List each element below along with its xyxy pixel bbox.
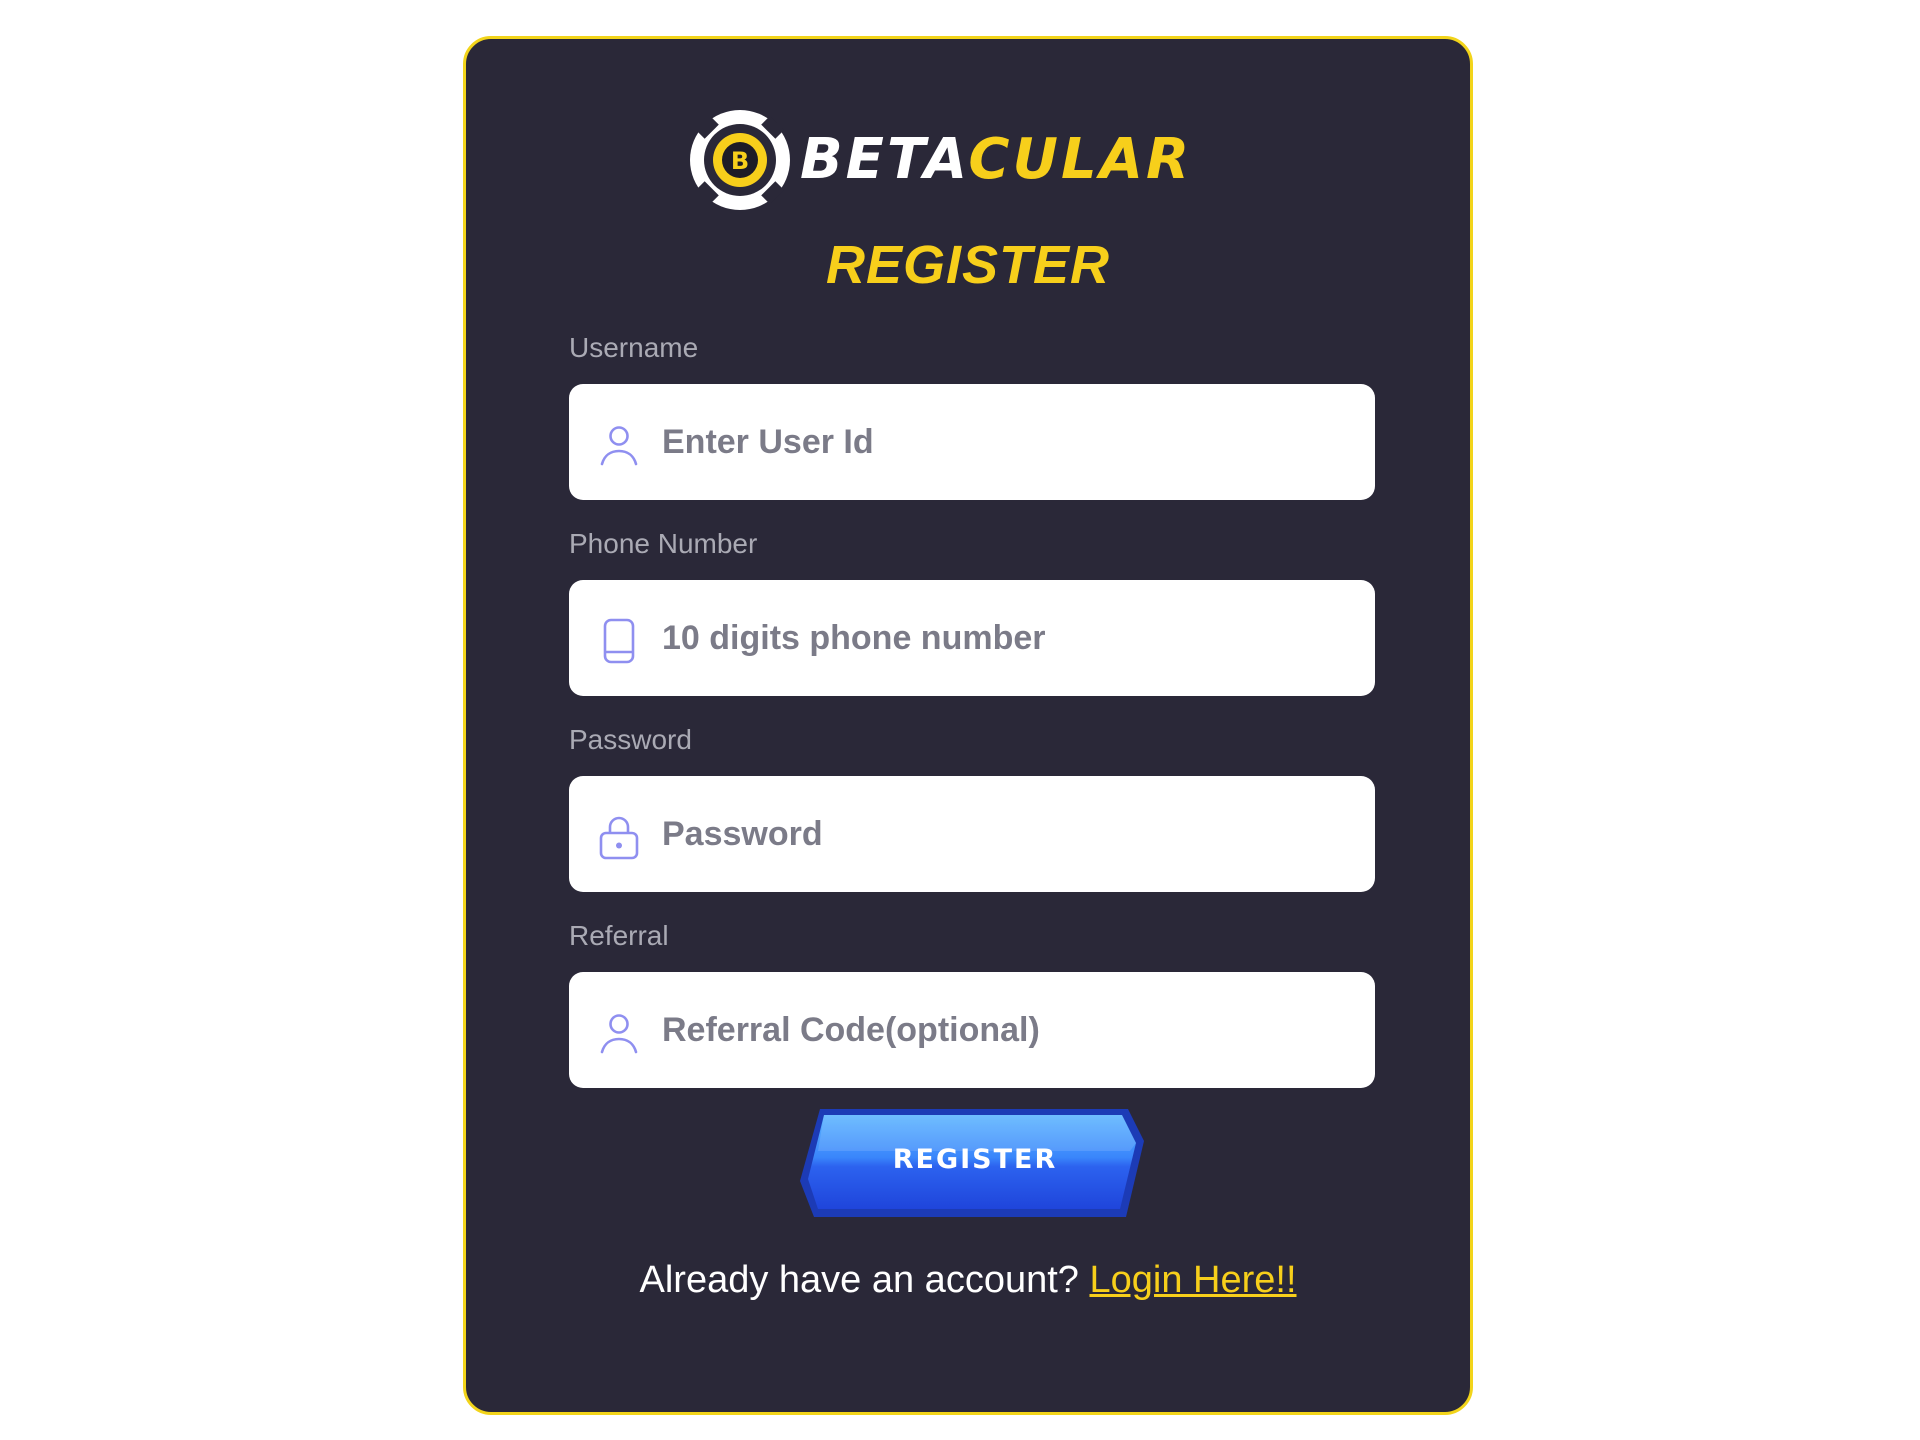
- phone-field[interactable]: [569, 580, 1375, 696]
- brand-name-part1: BETA: [800, 127, 969, 192]
- brand-wordmark: BETACULAR: [800, 132, 1192, 188]
- user-icon: [600, 1014, 638, 1054]
- login-prompt: Already have an account? Login Here!!: [466, 1259, 1470, 1302]
- password-label: Password: [569, 724, 692, 755]
- referral-input[interactable]: [662, 972, 1352, 1088]
- register-card: B BETACULAR REGISTER Username Phone Numb…: [463, 36, 1473, 1415]
- phone-input[interactable]: [662, 580, 1352, 696]
- lock-icon: [599, 816, 639, 860]
- page-title: REGISTER: [825, 235, 1111, 295]
- password-field[interactable]: [569, 776, 1375, 892]
- referral-label: Referral: [569, 920, 669, 951]
- referral-field[interactable]: [569, 972, 1375, 1088]
- register-button[interactable]: REGISTER: [800, 1105, 1150, 1221]
- user-icon: [600, 426, 638, 466]
- phone-label: Phone Number: [569, 528, 758, 559]
- logo-letter: B: [731, 147, 749, 175]
- username-label: Username: [569, 332, 699, 363]
- brand-logo: B BETACULAR: [688, 105, 1258, 215]
- login-prompt-text: Already have an account?: [639, 1259, 1079, 1301]
- password-input[interactable]: [662, 776, 1352, 892]
- username-input[interactable]: [662, 384, 1352, 500]
- phone-icon: [603, 618, 635, 664]
- login-link[interactable]: Login Here!!: [1089, 1259, 1296, 1301]
- register-button-label: REGISTER: [892, 1143, 1058, 1175]
- username-field[interactable]: [569, 384, 1375, 500]
- casino-chip-icon: B: [690, 110, 790, 210]
- brand-name-part2: CULAR: [968, 127, 1193, 192]
